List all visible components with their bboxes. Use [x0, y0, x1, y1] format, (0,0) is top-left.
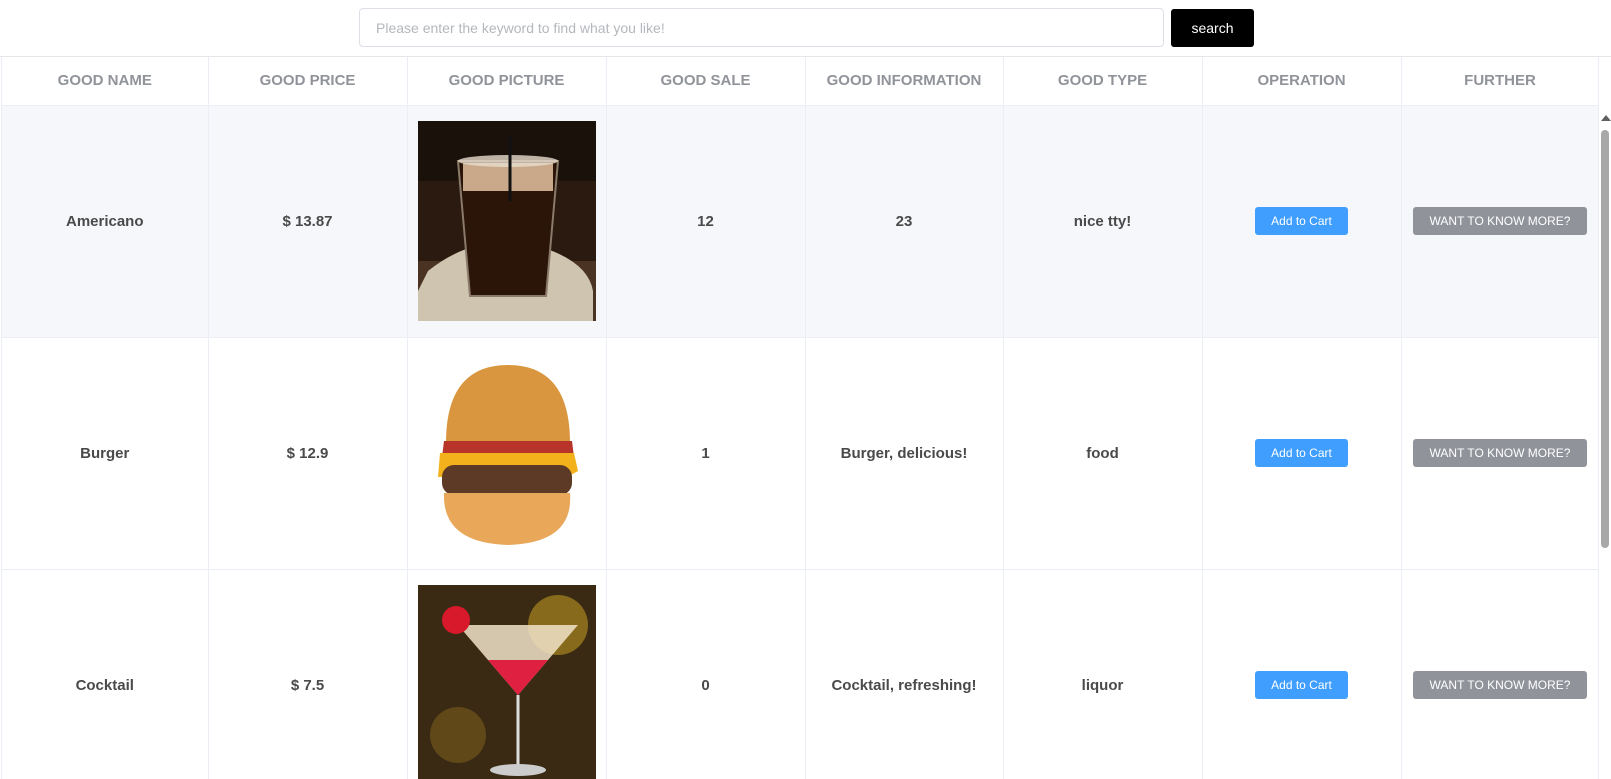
cell-good-sale: 0 — [606, 569, 806, 779]
cell-good-price: $ 7.5 — [208, 569, 408, 779]
want-to-know-more-button[interactable]: WANT TO KNOW MORE? — [1413, 671, 1587, 699]
scroll-up-icon[interactable] — [1601, 115, 1611, 121]
search-bar: search — [0, 0, 1611, 57]
header-good-name[interactable]: GOOD NAME — [2, 57, 209, 106]
cell-further: WANT TO KNOW MORE? — [1401, 569, 1599, 779]
table-row: Cocktail $ 7.5 0 Cocktail, refreshing! l… — [2, 569, 1599, 779]
cell-good-picture — [407, 105, 607, 338]
cell-good-information: Burger, delicious! — [805, 337, 1004, 570]
table-row: Burger $ 12.9 1 Burger, delicious! food — [2, 337, 1599, 570]
add-to-cart-button[interactable]: Add to Cart — [1255, 207, 1348, 235]
cell-good-information: 23 — [805, 105, 1004, 338]
search-input[interactable] — [359, 8, 1164, 47]
header-good-information[interactable]: GOOD INFORMATION — [805, 57, 1004, 106]
cell-good-price: $ 12.9 — [208, 337, 408, 570]
cell-good-picture — [407, 337, 607, 570]
cell-operation: Add to Cart — [1202, 569, 1402, 779]
cell-good-price: $ 13.87 — [208, 105, 408, 338]
iced-americano-image — [417, 121, 596, 321]
cheeseburger-image — [417, 353, 596, 553]
goods-table: GOOD NAME GOOD PRICE GOOD PICTURE GOOD S… — [1, 57, 1599, 779]
header-operation[interactable]: OPERATION — [1202, 57, 1402, 106]
cell-operation: Add to Cart — [1202, 105, 1402, 338]
vertical-scrollbar[interactable] — [1598, 57, 1611, 779]
cell-operation: Add to Cart — [1202, 337, 1402, 570]
add-to-cart-button[interactable]: Add to Cart — [1255, 439, 1348, 467]
cell-good-name: Burger — [2, 337, 209, 570]
header-good-price[interactable]: GOOD PRICE — [208, 57, 408, 106]
header-good-picture[interactable]: GOOD PICTURE — [407, 57, 607, 106]
cell-good-type: food — [1003, 337, 1203, 570]
cell-good-picture — [407, 569, 607, 779]
table-row: Americano $ 13.87 12 23 nice tty! Add to… — [2, 105, 1599, 338]
want-to-know-more-button[interactable]: WANT TO KNOW MORE? — [1413, 207, 1587, 235]
cell-further: WANT TO KNOW MORE? — [1401, 337, 1599, 570]
cocktail-image — [417, 585, 596, 779]
cell-good-name: Americano — [2, 105, 209, 338]
cell-good-type: nice tty! — [1003, 105, 1203, 338]
cell-good-sale: 12 — [606, 105, 806, 338]
scroll-thumb[interactable] — [1601, 130, 1609, 548]
header-good-type[interactable]: GOOD TYPE — [1003, 57, 1203, 106]
cell-good-type: liquor — [1003, 569, 1203, 779]
cell-good-sale: 1 — [606, 337, 806, 570]
table-header-row: GOOD NAME GOOD PRICE GOOD PICTURE GOOD S… — [2, 57, 1599, 106]
add-to-cart-button[interactable]: Add to Cart — [1255, 671, 1348, 699]
header-further[interactable]: FURTHER — [1401, 57, 1599, 106]
cell-further: WANT TO KNOW MORE? — [1401, 105, 1599, 338]
header-good-sale[interactable]: GOOD SALE — [606, 57, 806, 106]
search-button[interactable]: search — [1171, 9, 1254, 47]
want-to-know-more-button[interactable]: WANT TO KNOW MORE? — [1413, 439, 1587, 467]
cell-good-name: Cocktail — [2, 569, 209, 779]
cell-good-information: Cocktail, refreshing! — [805, 569, 1004, 779]
